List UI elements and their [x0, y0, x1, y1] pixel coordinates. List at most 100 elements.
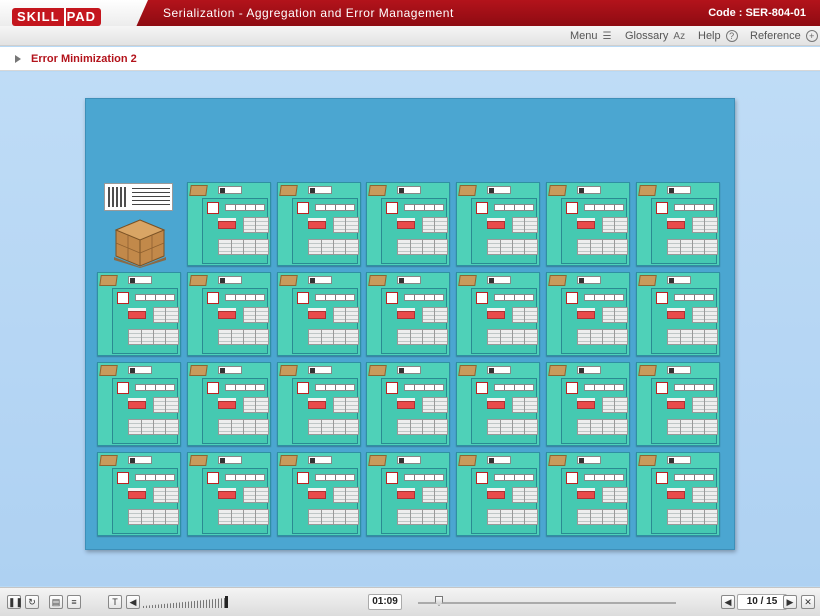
- shipper-case-icon: [189, 365, 208, 376]
- case-tile[interactable]: [366, 362, 450, 446]
- blister-pack-icon: [345, 217, 359, 233]
- case-tile[interactable]: [97, 272, 181, 356]
- bundle-box-icon: [656, 382, 668, 394]
- bundle-box-icon: [476, 472, 488, 484]
- carton-icon: [667, 401, 685, 409]
- bundle-box-icon: [386, 202, 398, 214]
- bundle-panel: [202, 198, 269, 264]
- bundle-panel: [651, 288, 718, 354]
- bundle-labels: [225, 474, 265, 481]
- reference-button[interactable]: Reference +: [750, 30, 818, 42]
- blister-pack-icon: [434, 307, 448, 323]
- transcript-button[interactable]: ≡: [67, 595, 81, 609]
- blister-pack-icon: [577, 239, 591, 255]
- breadcrumb: Error Minimization 2: [0, 47, 820, 71]
- blister-pack-icon: [667, 509, 681, 525]
- blister-pack-icon: [218, 239, 232, 255]
- blister-pack-icon: [524, 239, 538, 255]
- case-label: [667, 276, 691, 284]
- bundle-labels: [315, 294, 355, 301]
- case-tile[interactable]: [187, 182, 271, 266]
- bundle-panel: [202, 468, 269, 534]
- pallet-label[interactable]: [104, 183, 173, 211]
- case-tile[interactable]: [277, 182, 361, 266]
- bundle-labels: [674, 384, 714, 391]
- blister-pack-icon: [434, 419, 448, 435]
- case-tile[interactable]: [546, 362, 630, 446]
- shipper-case-icon: [548, 275, 567, 286]
- case-tile[interactable]: [366, 452, 450, 536]
- volume-slider[interactable]: [143, 598, 225, 608]
- case-tile[interactable]: [277, 362, 361, 446]
- case-tile[interactable]: [546, 182, 630, 266]
- pause-button[interactable]: ❚❚: [7, 595, 23, 609]
- notes-button[interactable]: ▤: [49, 595, 63, 609]
- shipper-case-icon: [638, 185, 657, 196]
- menu-label: Menu: [570, 30, 598, 42]
- case-tile[interactable]: [187, 272, 271, 356]
- blister-pack-icon: [345, 329, 359, 345]
- bundle-panel: [112, 288, 179, 354]
- blister-pack-icon: [704, 239, 718, 255]
- replay-button[interactable]: ↻: [25, 595, 39, 609]
- bundle-panel: [651, 468, 718, 534]
- bundle-box-icon: [656, 202, 668, 214]
- case-tile[interactable]: [636, 362, 720, 446]
- shipper-case-icon: [189, 455, 208, 466]
- case-tile[interactable]: [456, 272, 540, 356]
- case-tile[interactable]: [187, 362, 271, 446]
- case-tile[interactable]: [636, 182, 720, 266]
- bundle-panel: [292, 288, 359, 354]
- blister-pack-icon: [255, 509, 269, 525]
- bundle-panel: [292, 198, 359, 264]
- case-tile[interactable]: [456, 182, 540, 266]
- case-tile[interactable]: [456, 362, 540, 446]
- glossary-button[interactable]: Glossary Az: [625, 30, 685, 42]
- menu-button[interactable]: Menu ☰: [570, 30, 612, 42]
- case-tile[interactable]: [636, 452, 720, 536]
- shipper-case-icon: [638, 275, 657, 286]
- expand-arrow-icon[interactable]: [15, 55, 21, 63]
- volume-handle[interactable]: [225, 596, 228, 608]
- case-tile[interactable]: [456, 452, 540, 536]
- next-page-button[interactable]: ▶: [783, 595, 797, 609]
- bundle-labels: [584, 294, 624, 301]
- case-tile[interactable]: [277, 272, 361, 356]
- bundle-labels: [404, 204, 444, 211]
- seek-handle[interactable]: [435, 596, 443, 606]
- volume-button[interactable]: ◀: [126, 595, 140, 609]
- case-tile[interactable]: [97, 362, 181, 446]
- carton-icon: [667, 221, 685, 229]
- blister-pack-icon: [614, 397, 628, 413]
- case-tile[interactable]: [97, 452, 181, 536]
- shipper-case-icon: [279, 365, 298, 376]
- case-tile[interactable]: [546, 452, 630, 536]
- case-label: [667, 186, 691, 194]
- blister-pack-icon: [614, 509, 628, 525]
- prev-page-button[interactable]: ◀: [721, 595, 735, 609]
- page-title: Error Minimization 2: [31, 53, 137, 65]
- case-tile[interactable]: [546, 272, 630, 356]
- case-tile[interactable]: [187, 452, 271, 536]
- case-tile[interactable]: [636, 272, 720, 356]
- carton-icon: [128, 311, 146, 319]
- logo-text-pad: PAD: [63, 8, 102, 26]
- bundle-box-icon: [476, 292, 488, 304]
- bundle-labels: [404, 474, 444, 481]
- case-tile[interactable]: [366, 182, 450, 266]
- help-button[interactable]: Help ?: [698, 30, 738, 42]
- text-button[interactable]: T: [108, 595, 122, 609]
- az-icon: Az: [673, 30, 686, 42]
- close-button[interactable]: ✕: [801, 595, 815, 609]
- case-label: [487, 276, 511, 284]
- bundle-panel: [381, 378, 448, 444]
- pallet-icon[interactable]: [112, 216, 168, 268]
- shipper-case-icon: [368, 275, 387, 286]
- bundle-panel: [112, 378, 179, 444]
- bundle-box-icon: [117, 292, 129, 304]
- seek-bar[interactable]: [418, 602, 676, 604]
- case-tile[interactable]: [277, 452, 361, 536]
- case-label: [308, 456, 332, 464]
- blister-pack-icon: [487, 419, 501, 435]
- case-tile[interactable]: [366, 272, 450, 356]
